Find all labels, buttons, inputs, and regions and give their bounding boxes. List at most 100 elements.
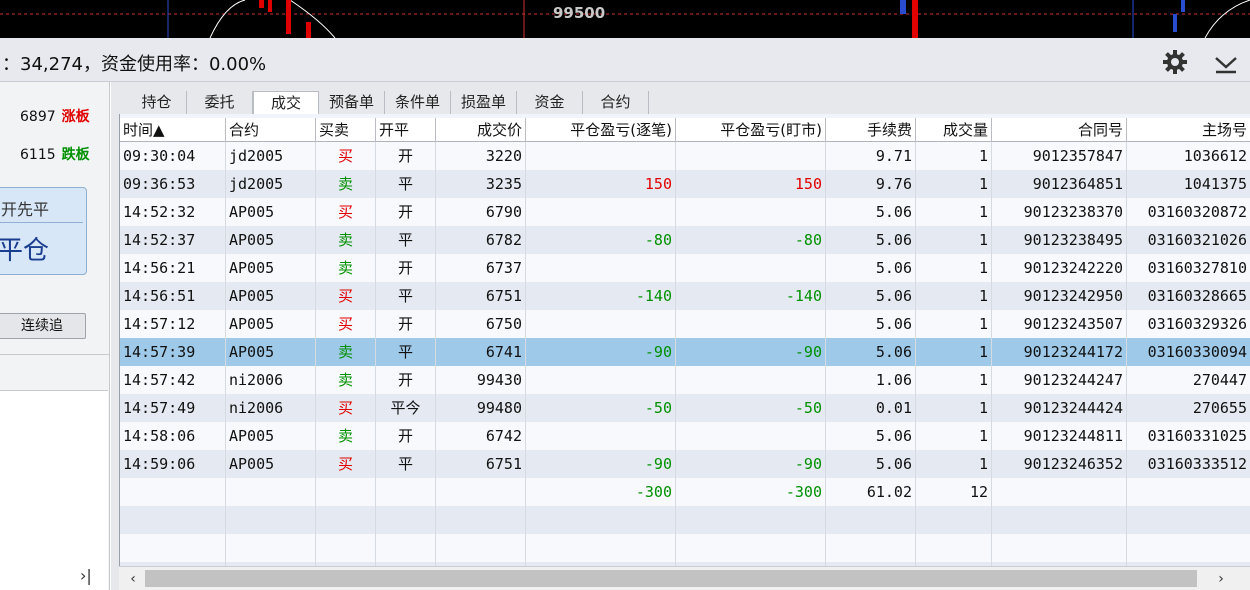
tab-positions[interactable]: 持仓 [127,91,187,114]
candle [1173,14,1177,32]
scrollbar-thumb[interactable] [145,570,1197,587]
cell-contract: AP005 [226,310,316,338]
cell-price: 6750 [436,310,526,338]
cell-pnl-trade: -300 [526,478,676,506]
cell-contract: AP005 [226,338,316,366]
tab-stop-profit-orders[interactable]: 损盈单 [451,91,517,114]
table-row[interactable]: 14:58:06 AP005 卖开 6742 5.06 1 90123244811 03160… [120,422,1250,450]
table-row[interactable]: 14:52:37 AP005 卖平 6782 -80 -80 5.06 1 9012323849… [120,226,1250,254]
column-header-price[interactable]: 成交价 [436,118,526,142]
tab-prepared-orders[interactable]: 预备单 [319,91,385,114]
cell-side: 卖 [316,422,376,450]
limit-down-price: 6115 [20,147,56,163]
cell-offset: 平 [376,170,436,198]
cell-offset: 开 [376,254,436,282]
cell-main-no: 270655 [1127,394,1250,422]
cell-fee: 9.71 [826,142,916,170]
table-row[interactable]: 14:59:06 AP005 买平 6751 -90 -90 5.06 1 9012324635… [120,450,1250,478]
continuous-chase-button[interactable]: 连续追 [0,313,86,339]
cell-main-no: 03160333512 [1127,450,1250,478]
candle [268,0,272,12]
scroll-right-icon[interactable]: › [1211,569,1231,589]
cell-pnl-trade: 150 [526,170,676,198]
cell-offset: 开 [376,310,436,338]
divider [0,222,83,223]
price-curve [1204,0,1250,38]
tab-contracts[interactable]: 合约 [583,91,649,114]
tab-orders[interactable]: 委托 [187,91,253,114]
cell-pnl-trade [526,142,676,170]
table-row[interactable]: 14:52:32 AP005 买开 6790 5.06 1 90123238370 03160… [120,198,1250,226]
cell-price: 3220 [436,142,526,170]
table-row[interactable]: 14:57:12 AP005 买开 6750 5.06 1 90123243507 03160… [120,310,1250,338]
close-position-button[interactable]: 开先平 平仓 [0,187,87,275]
cell-time [120,534,226,562]
price-chart [0,0,1250,38]
cell-fee: 5.06 [826,450,916,478]
tab-funds[interactable]: 资金 [517,91,583,114]
cell-time: 14:52:32 [120,198,226,226]
cell-main-no: 03160320872 [1127,198,1250,226]
column-header-fee[interactable]: 手续费 [826,118,916,142]
column-header-contract[interactable]: 合约 [226,118,316,142]
table-row[interactable]: 14:56:51 AP005 买平 6751 -140 -140 5.06 1 90123242… [120,282,1250,310]
cell-offset: 平 [376,282,436,310]
cell-pnl-mark: -50 [676,394,826,422]
cell-offset: 平今 [376,394,436,422]
cell-fee: 61.02 [826,478,916,506]
cell-price: 6737 [436,254,526,282]
cell-offset [376,506,436,534]
candle [900,0,906,14]
cell-order-no: 9012357847 [992,142,1127,170]
scroll-left-icon[interactable]: ‹ [123,569,143,589]
cell-pnl-mark: -90 [676,338,826,366]
cell-order-no: 90123246352 [992,450,1127,478]
column-header-time[interactable]: 时间▲ [120,118,226,142]
table-row[interactable]: 09:36:53 jd2005 卖平 3235 150 150 9.76 1 901236485… [120,170,1250,198]
cell-qty: 1 [916,450,992,478]
table-row[interactable]: 14:57:49 ni2006 买平今 99480 -50 -50 0.01 1 9012324… [120,394,1250,422]
cell-offset [376,534,436,562]
column-header-pnl-trade[interactable]: 平仓盈亏(逐笔) [526,118,676,142]
cell-fee: 5.06 [826,254,916,282]
cell-fee [826,506,916,534]
cell-qty: 1 [916,170,992,198]
candle [259,0,264,8]
cell-pnl-mark: -80 [676,226,826,254]
cell-side: 买 [316,394,376,422]
table-row[interactable]: 14:57:39 AP005 卖平 6741 -90 -90 5.06 1 9012324417… [120,338,1250,366]
settings-button[interactable] [1162,49,1188,75]
cell-qty [916,506,992,534]
cell-price: 99480 [436,394,526,422]
cell-fee: 1.06 [826,366,916,394]
cell-time: 09:30:04 [120,142,226,170]
table-row[interactable]: 14:56:21 AP005 卖开 6737 5.06 1 90123242220 03160… [120,254,1250,282]
column-header-qty[interactable]: 成交量 [916,118,992,142]
cell-side: 卖 [316,338,376,366]
tab-trades[interactable]: 成交 [253,91,319,114]
cell-price [436,478,526,506]
cell-offset: 平 [376,450,436,478]
table-row[interactable]: 14:57:42 ni2006 卖开 99430 1.06 1 90123244247 270… [120,366,1250,394]
cell-price [436,534,526,562]
column-header-main-no[interactable]: 主场号 [1127,118,1250,142]
cell-offset: 开 [376,366,436,394]
column-header-order-no[interactable]: 合同号 [992,118,1127,142]
cell-fee: 5.06 [826,198,916,226]
cell-pnl-mark: -90 [676,450,826,478]
tab-conditional-orders[interactable]: 条件单 [385,91,451,114]
cell-qty: 1 [916,226,992,254]
cell-contract: ni2006 [226,394,316,422]
column-header-pnl-mark[interactable]: 平仓盈亏(盯市) [676,118,826,142]
cell-order-no: 90123242950 [992,282,1127,310]
horizontal-scrollbar[interactable]: ‹ › [119,566,1250,590]
column-header-side[interactable]: 买卖 [316,118,376,142]
cell-contract [226,506,316,534]
table-row[interactable]: 09:30:04 jd2005 买开 3220 9.71 1 9012357847 10366… [120,142,1250,170]
cell-side: 买 [316,310,376,338]
expand-right-icon[interactable]: ›| [80,566,92,585]
table-header: 时间▲ 合约 买卖 开平 成交价 平仓盈亏(逐笔) 平仓盈亏(盯市) 手续费 成交量 合同号 主场号 [120,118,1250,142]
collapse-panel-button[interactable] [1213,50,1239,76]
column-header-offset[interactable]: 开平 [376,118,436,142]
limit-up-label: 涨板 [61,109,90,125]
